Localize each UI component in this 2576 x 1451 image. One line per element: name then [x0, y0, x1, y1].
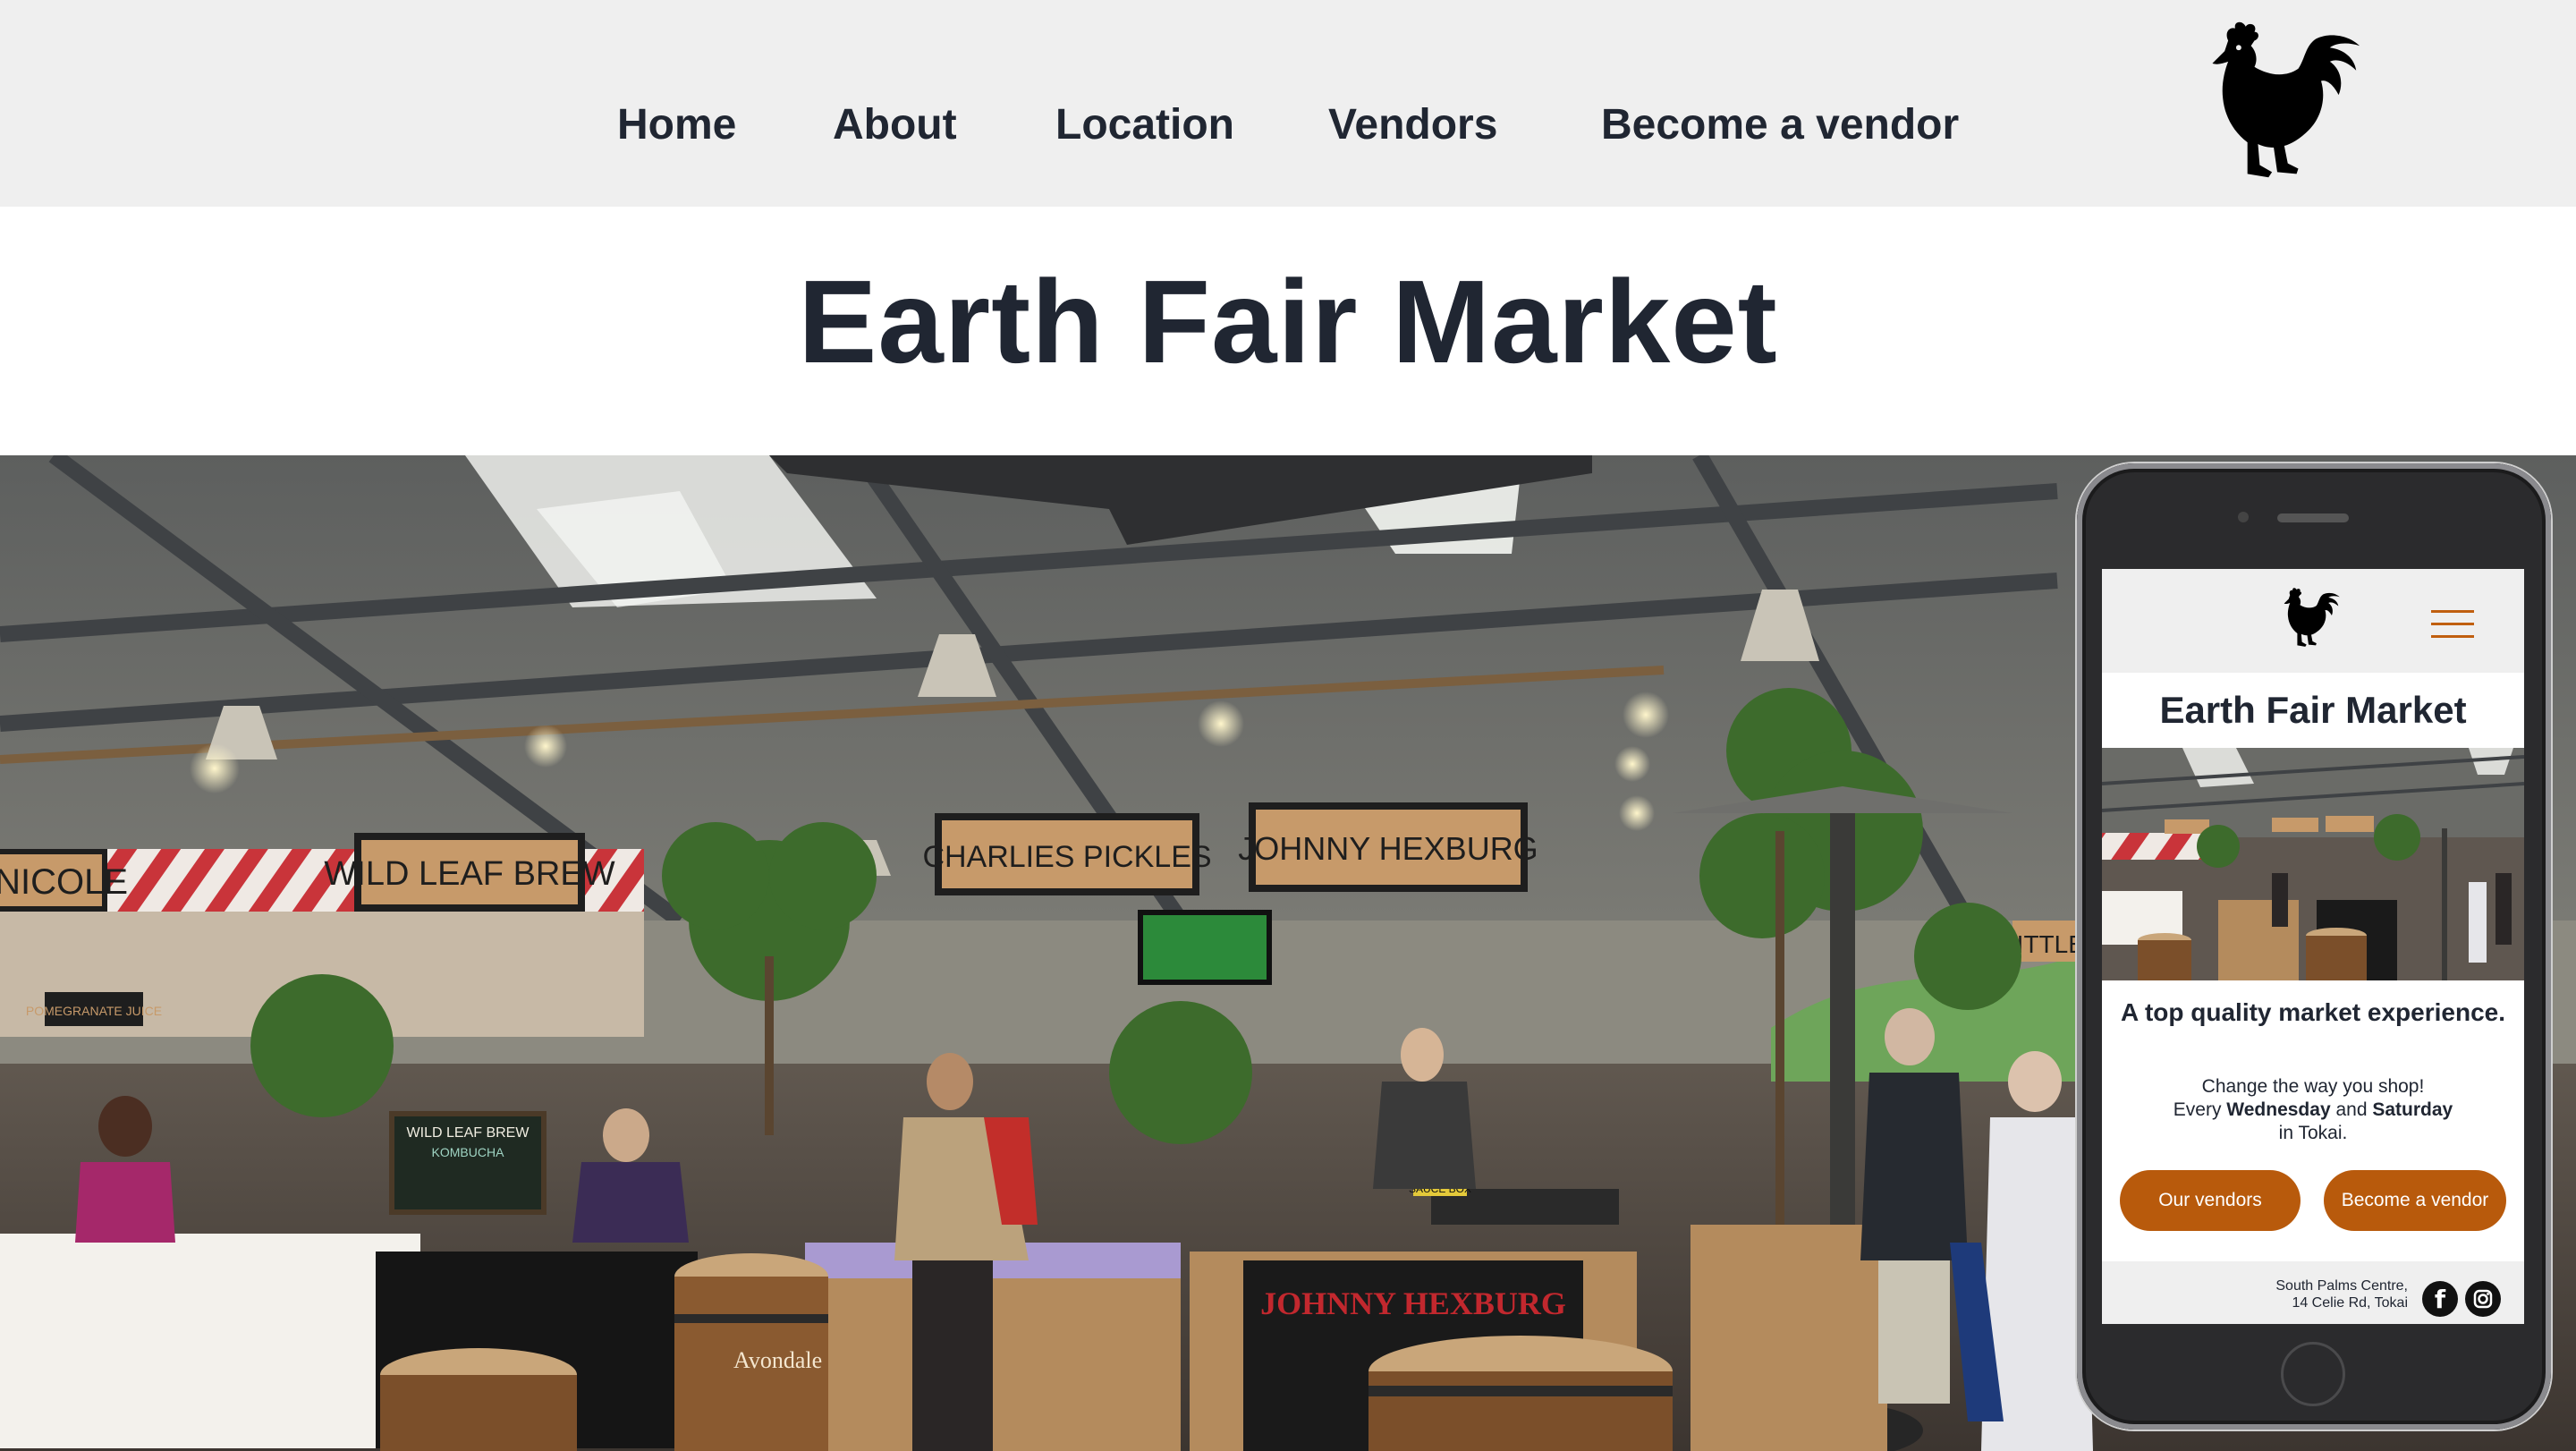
mobile-screen: Earth Fair Market A top quality market e… — [2102, 569, 2524, 1324]
nav-about-link[interactable]: About — [833, 97, 957, 154]
sign-charlies-pickles: CHARLIES PICKLES — [922, 840, 1211, 874]
phone-mockup: Earth Fair Market A top quality market e… — [2077, 463, 2551, 1430]
mobile-footer: South Palms Centre, 14 Celie Rd, Tokai f — [2102, 1261, 2524, 1324]
rooster-icon[interactable] — [2190, 13, 2365, 191]
page-title: Earth Fair Market — [798, 256, 1778, 387]
mobile-rooster-icon[interactable] — [2275, 581, 2342, 655]
barrel-avondale: Avondale — [733, 1347, 822, 1373]
phone-home-button — [2281, 1342, 2345, 1406]
mobile-hero-photo — [2102, 748, 2524, 980]
chalkboard-subtitle: KOMBUCHA — [432, 1145, 505, 1159]
mobile-subtext: Change the way you shop! Every Wednesday… — [2120, 1075, 2506, 1145]
nav-become-vendor-link[interactable]: Become a vendor — [1601, 97, 1959, 154]
hamburger-menu-icon[interactable] — [2429, 608, 2476, 641]
facebook-icon[interactable]: f — [2422, 1281, 2458, 1317]
mobile-tagline: A top quality market experience. — [2121, 998, 2505, 1026]
sign-wild-leaf-brew: WILD LEAF BREW — [324, 855, 614, 893]
phone-camera — [2238, 512, 2249, 522]
phone-speaker — [2277, 513, 2349, 522]
nav-vendors-link[interactable]: Vendors — [1328, 97, 1497, 154]
mobile-sub-line3: in Tokai. — [2278, 1123, 2348, 1143]
mobile-address: South Palms Centre, 14 Celie Rd, Tokai — [2275, 1278, 2408, 1311]
chalkboard-title: WILD LEAF BREW — [407, 1125, 530, 1141]
become-vendor-button[interactable]: Become a vendor — [2324, 1170, 2506, 1231]
sign-pomegranate-juice: POMEGRANATE JUICE — [26, 1004, 162, 1018]
mobile-title: Earth Fair Market — [2159, 689, 2467, 731]
top-navbar: Home About Location Vendors Become a ven… — [0, 0, 2576, 207]
instagram-icon[interactable] — [2465, 1281, 2501, 1317]
nav-location-link[interactable]: Location — [1055, 97, 1234, 154]
mobile-sub-line2: Every Wednesday and Saturday — [2173, 1099, 2453, 1120]
mobile-sub-line1: Change the way you shop! — [2201, 1076, 2425, 1097]
nav-home-link[interactable]: Home — [617, 97, 736, 154]
mobile-header — [2102, 569, 2524, 673]
sign-johnny-hexburg: JOHNNY HEXBURG — [1238, 830, 1538, 867]
sign-nicole: Y NICOLE — [0, 862, 128, 902]
our-vendors-button[interactable]: Our vendors — [2120, 1170, 2301, 1231]
sign-johnny-hexburg-counter: JOHNNY HEXBURG — [1260, 1286, 1566, 1321]
